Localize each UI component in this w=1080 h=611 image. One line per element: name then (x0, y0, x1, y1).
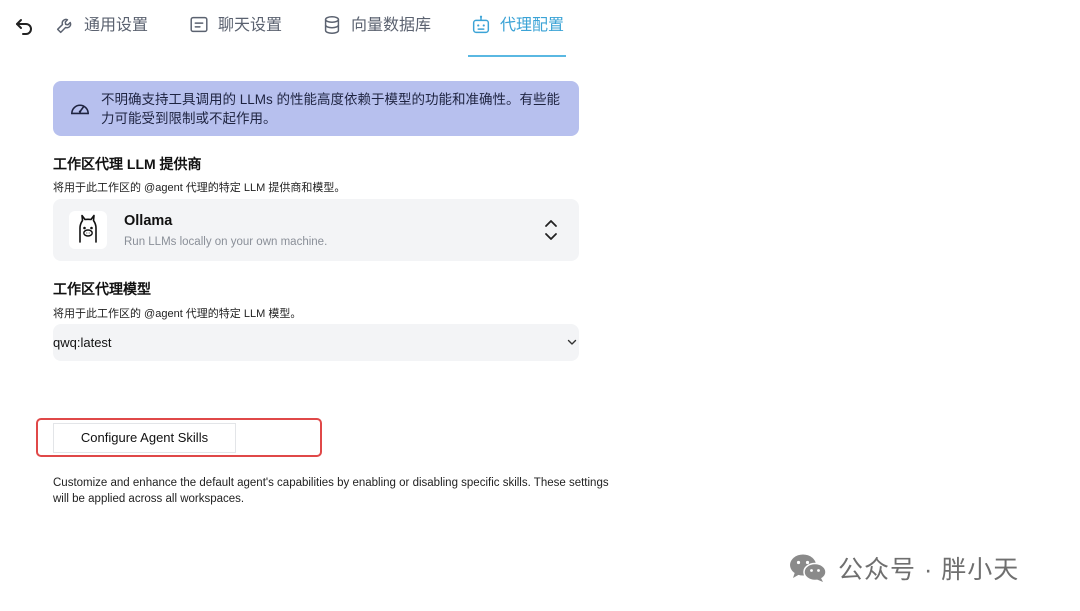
settings-tab-bar: 通用设置 聊天设置 向量数据库 代理配置 (0, 0, 620, 60)
gauge-icon (71, 104, 89, 115)
llama-icon (79, 214, 97, 243)
tab-label: 代理配置 (500, 17, 565, 34)
robot-icon (472, 15, 490, 34)
tab-label: 向量数据库 (351, 17, 432, 34)
selected-model-value: qwq:latest (53, 335, 112, 350)
tab-agent-config[interactable]: 代理配置 (467, 14, 567, 58)
tab-chat-settings[interactable]: 聊天设置 (188, 14, 282, 58)
provider-name: Ollama (124, 213, 173, 229)
configure-agent-skills-button[interactable]: Configure Agent Skills (53, 423, 236, 453)
chevron-down-icon (567, 339, 577, 345)
tab-general-settings[interactable]: 通用设置 (54, 14, 148, 58)
model-section-description: 将用于此工作区的 @agent 代理的特定 LLM 模型。 (53, 308, 302, 320)
chat-text-icon (190, 16, 208, 33)
provider-section-description: 将用于此工作区的 @agent 代理的特定 LLM 提供商和模型。 (53, 182, 346, 194)
back-button[interactable] (12, 14, 36, 38)
tab-label: 通用设置 (84, 17, 149, 34)
watermark: 公众号 · 胖小天 (788, 548, 1019, 588)
tab-label: 聊天设置 (218, 17, 283, 34)
wechat-icon (790, 554, 827, 582)
agent-skills-description: Customize and enhance the default agent'… (53, 477, 609, 505)
notice-text: 不明确支持工具调用的 LLMs 的性能高度依赖于模型的功能和准确性。有些能力可能… (101, 92, 561, 126)
model-section-title: 工作区代理模型 (53, 281, 151, 297)
agent-model-select[interactable]: qwq:latest (53, 324, 579, 361)
provider-description: Run LLMs locally on your own machine. (124, 236, 328, 248)
tab-vector-database[interactable]: 向量数据库 (321, 14, 431, 58)
wrench-icon (56, 18, 72, 34)
ollama-logo (69, 211, 107, 249)
provider-section-title: 工作区代理 LLM 提供商 (53, 156, 202, 172)
llm-tool-call-notice: 不明确支持工具调用的 LLMs 的性能高度依赖于模型的功能和准确性。有些能力可能… (53, 81, 579, 136)
database-icon (324, 16, 340, 34)
back-arrow-icon (16, 19, 32, 35)
llm-provider-selector[interactable]: Ollama Run LLMs locally on your own mach… (53, 199, 579, 261)
chevron-up-down-icon (545, 220, 557, 240)
watermark-text: 公众号 · 胖小天 (838, 556, 1020, 584)
